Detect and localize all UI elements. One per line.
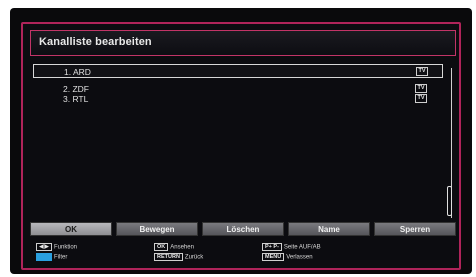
name-button[interactable]: Name (288, 222, 370, 236)
scrollbar-thumb[interactable] (447, 186, 452, 216)
dialog-title-bar: Kanalliste bearbeiten (30, 30, 456, 56)
legend-function-label: Funktion (54, 244, 78, 251)
ok-key-icon: OK (154, 243, 169, 251)
menu-key-icon: MENU (262, 253, 285, 261)
legend-back-label: Zurück (184, 254, 204, 261)
legend-exit-label: Verlassen (286, 254, 313, 261)
channel-list: 1. ARD TV 2. ZDF TV 3. RTL TV (33, 62, 451, 214)
legend-view-label: Ansehen (170, 244, 194, 251)
channel-label: 1. ARD (64, 67, 91, 77)
legend-exit: MENU Verlassen (262, 253, 313, 261)
page-up-down-key-icon: P+ P- (262, 243, 282, 251)
tv-icon: TV (415, 94, 427, 103)
channel-row[interactable]: 3. RTL TV (33, 92, 443, 106)
left-right-arrows-icon: ◀|▶ (36, 243, 52, 251)
move-button[interactable]: Bewegen (116, 222, 198, 236)
delete-button[interactable]: Löschen (202, 222, 284, 236)
tv-icon: TV (416, 67, 428, 76)
action-button-bar: OK Bewegen Löschen Name Sperren (30, 222, 456, 236)
legend-filter-label: Filter (54, 254, 68, 261)
return-key-icon: RETURN (154, 253, 183, 261)
legend-back: RETURN Zurück (154, 253, 203, 261)
legend-view: OK Ansehen (154, 243, 194, 251)
channel-label: 3. RTL (63, 94, 89, 104)
dialog-title: Kanalliste bearbeiten (39, 36, 152, 48)
legend-page: P+ P- Seite AUF/AB (262, 243, 321, 251)
blue-key-icon (36, 253, 52, 261)
legend-filter: Filter (36, 253, 67, 261)
legend-page-label: Seite AUF/AB (283, 244, 321, 251)
legend-function: ◀|▶ Funktion (36, 243, 77, 251)
ok-button[interactable]: OK (30, 222, 112, 236)
lock-button[interactable]: Sperren (374, 222, 456, 236)
channel-row[interactable]: 1. ARD TV (33, 64, 443, 78)
